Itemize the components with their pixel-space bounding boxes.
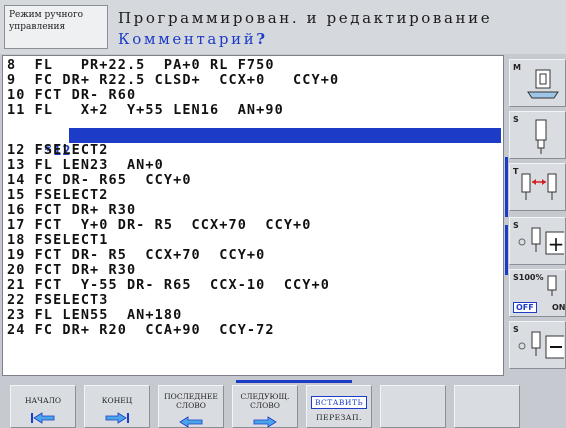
arrow-right-icon: [253, 416, 277, 428]
program-line[interactable]: 23 FL LEN55 AN+180: [7, 307, 182, 323]
comment-prompt: Комментарий?: [118, 30, 268, 48]
program-line[interactable]: 24 FC DR+ R20 CCA+90 CCY-72: [7, 322, 275, 338]
spindle-override-key[interactable]: S100% OFF ON: [509, 269, 566, 317]
tool-change-icon: [521, 173, 557, 200]
header-bar: Режим ручного управления Программирован.…: [0, 0, 566, 54]
spindle-head-icon: [527, 69, 559, 99]
program-line[interactable]: 20 FCT DR+ R30: [7, 262, 136, 278]
m-function-key[interactable]: M: [509, 59, 566, 107]
program-line[interactable]: 16 FCT DR+ R30: [7, 202, 136, 218]
program-line[interactable]: 14 FC DR- R65 CCY+0: [7, 172, 192, 188]
go-to-start-label: НАЧАЛО: [24, 396, 62, 405]
program-line[interactable]: 15 FSELECT2: [7, 187, 109, 203]
svg-text:+: +: [548, 232, 564, 256]
go-to-start-button[interactable]: НАЧАЛО: [10, 385, 76, 428]
program-line[interactable]: 17 FCT Y+0 DR- R5 CCX+70 CCY+0: [7, 217, 312, 233]
overwrite-mode-label: ПЕРЕЗАП.: [316, 413, 362, 422]
program-line[interactable]: 22 FSELECT3: [7, 292, 109, 308]
program-line[interactable]: 10 FCT DR- R60: [7, 87, 136, 103]
program-line[interactable]: 13 FL LEN23 AN+0: [7, 157, 164, 173]
machine-mode-label: Режим ручного управления: [4, 5, 108, 49]
override-on-state: ON: [552, 303, 566, 312]
program-line[interactable]: 12 FSELECT2: [7, 142, 109, 158]
spindle-speed-plus-key[interactable]: S +: [509, 217, 566, 265]
softkey-group-accent: [236, 380, 352, 383]
spindle-tool-icon: [535, 119, 547, 154]
next-word-button[interactable]: СЛЕДУЮЩ. СЛОВО: [232, 385, 298, 428]
empty-softkey[interactable]: [380, 385, 446, 428]
spindle-override-icon: [547, 275, 557, 296]
spindle-plus-icon: +: [518, 227, 564, 256]
override-off-state: OFF: [513, 302, 537, 313]
comment-prompt-mark: ?: [256, 30, 268, 48]
t-function-key[interactable]: T: [509, 163, 566, 211]
arrow-left-icon: [179, 416, 203, 428]
spindle-speed-minus-key[interactable]: S: [509, 321, 566, 369]
go-to-end-button[interactable]: КОНЕЦ: [84, 385, 150, 428]
side-accent-bar: [505, 157, 508, 217]
program-editor[interactable]: 8 FL PR+22.5 PA+0 RL F750 9 FC DR+ R22.5…: [2, 55, 504, 376]
program-line[interactable]: 18 FSELECT1: [7, 232, 109, 248]
s-function-key[interactable]: S: [509, 111, 566, 159]
arrow-to-end-icon: [105, 412, 129, 424]
previous-word-label: ПОСЛЕДНЕЕ СЛОВО: [164, 392, 218, 410]
empty-softkey[interactable]: [454, 385, 520, 428]
arrow-to-start-icon: [31, 412, 55, 424]
insert-mode-active: ВСТАВИТЬ: [310, 396, 368, 409]
program-line[interactable]: 11 FL X+2 Y+55 LEN16 AN+90: [7, 102, 284, 118]
go-to-end-label: КОНЕЦ: [101, 396, 133, 405]
program-line[interactable]: 21 FCT Y-55 DR- R65 CCX-10 CCY+0: [7, 277, 330, 293]
s100-key-label: S100%: [513, 273, 544, 282]
editing-softkey-bar: НАЧАЛО КОНЕЦ ПОСЛЕДНЕЕ СЛОВО СЛЕДУЮЩ. СЛ…: [0, 380, 566, 428]
previous-word-button[interactable]: ПОСЛЕДНЕЕ СЛОВО: [158, 385, 224, 428]
program-line[interactable]: 8 FL PR+22.5 PA+0 RL F750: [7, 57, 275, 73]
program-line-selected[interactable]: *12 ;ANY COMMENT: [7, 127, 192, 159]
comment-prompt-text: Комментарий: [118, 30, 257, 48]
side-accent-bar: [505, 225, 508, 275]
insert-overwrite-toggle[interactable]: ВСТАВИТЬ ПЕРЕЗАП.: [306, 385, 372, 428]
machine-function-softkeys: M S T S + S100% OFF ON S: [505, 55, 566, 376]
program-line[interactable]: 19 FCT DR- R5 CCX+70 CCY+0: [7, 247, 265, 263]
next-word-label: СЛЕДУЮЩ. СЛОВО: [240, 392, 290, 410]
m-key-label: M: [513, 63, 521, 72]
programming-mode-title: Программирован. и редактирование: [118, 9, 493, 27]
program-line[interactable]: 9 FC DR+ R22.5 CLSD+ CCX+0 CCY+0: [7, 72, 339, 88]
s-key-label: S: [513, 115, 519, 124]
spindle-minus-icon: [518, 331, 564, 359]
